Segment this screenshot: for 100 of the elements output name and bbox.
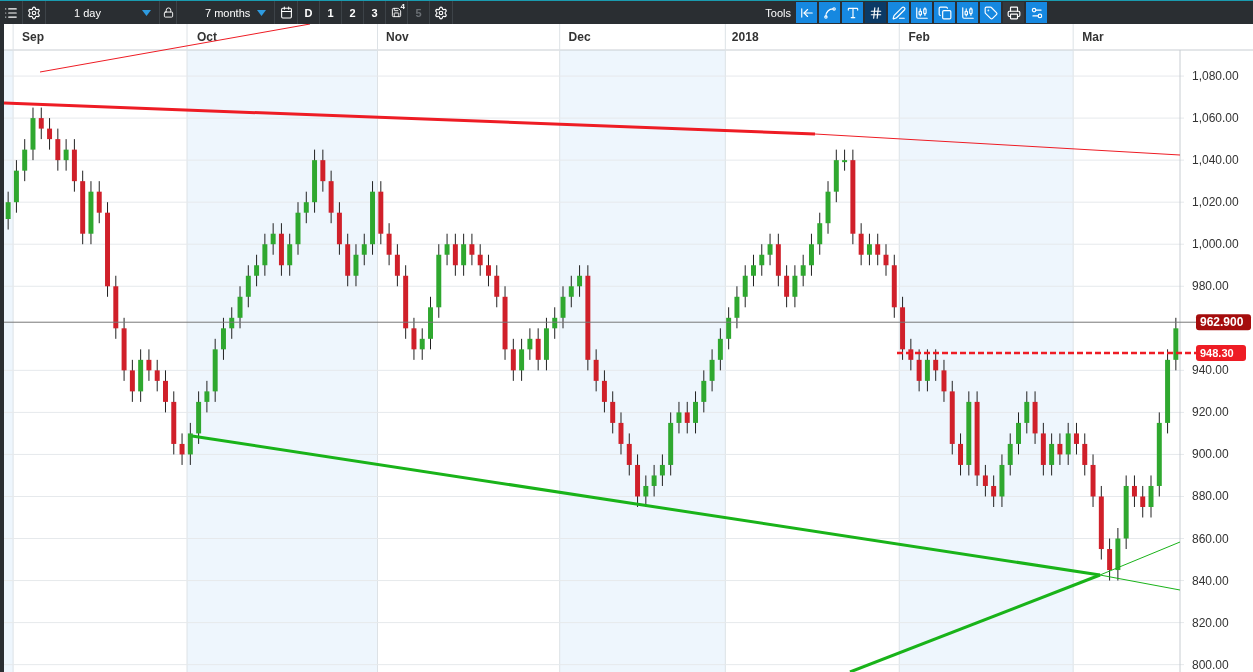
candlestick (295, 201, 301, 256)
candlestick (30, 107, 36, 161)
candlestick (734, 285, 740, 329)
candlestick (1148, 474, 1154, 518)
candlestick (1065, 422, 1071, 466)
tool-button[interactable] (1003, 2, 1024, 23)
candlestick (577, 264, 583, 298)
pencil-icon (891, 5, 906, 20)
candlestick (237, 285, 243, 329)
price-tick-label: 840.00 (1192, 573, 1229, 588)
candlestick (767, 233, 773, 266)
caret-icon (142, 9, 151, 16)
price-tick-label: 1,080.00 (1192, 69, 1239, 84)
candlestick (303, 191, 309, 224)
tag-icon (983, 5, 998, 20)
candlestick (138, 348, 144, 403)
candlestick (568, 275, 574, 308)
curve-icon (822, 5, 837, 20)
candlestick (163, 369, 168, 413)
candlestick (22, 138, 28, 182)
price-tick-label: 1,040.00 (1192, 153, 1239, 168)
candlestick (345, 233, 351, 287)
candlestick (527, 327, 533, 361)
candlestick (717, 327, 723, 371)
candlestick (709, 348, 715, 392)
candlestick (842, 149, 848, 172)
candlestick (759, 243, 765, 277)
candlestick (726, 306, 732, 350)
candlestick (510, 338, 516, 382)
candlestick (693, 390, 698, 434)
candlestick (535, 327, 541, 371)
candlestick (287, 233, 293, 277)
candlestick (809, 233, 814, 277)
candlestick (1016, 411, 1021, 455)
candlestick (659, 453, 665, 487)
candlestick (320, 149, 326, 193)
candlestick (784, 264, 790, 308)
candlestick (560, 285, 566, 329)
candle-icon (914, 5, 929, 20)
candlestick (394, 243, 400, 287)
candlestick (494, 264, 500, 308)
candlestick (336, 201, 342, 256)
candlestick (1115, 527, 1121, 582)
month-label: Sep (22, 30, 44, 44)
candlestick (88, 180, 94, 245)
candlestick (684, 401, 690, 434)
settings-icon[interactable] (434, 5, 448, 20)
price-tick-label: 920.00 (1192, 405, 1229, 420)
candlestick (1049, 432, 1055, 476)
candlestick (991, 474, 997, 508)
candlestick (651, 464, 657, 497)
candlestick (461, 233, 467, 277)
price-tick-label: 940.00 (1192, 363, 1229, 378)
tools-label: Tools (764, 5, 792, 21)
candlestick (825, 180, 831, 235)
candlestick (1007, 432, 1013, 476)
candlestick (1131, 474, 1137, 508)
printer-icon (1006, 5, 1021, 20)
price-label: 962.900 (1200, 315, 1244, 330)
candlestick (866, 233, 872, 266)
candlestick (1107, 538, 1113, 582)
candlestick (196, 390, 202, 445)
candlestick (701, 369, 707, 413)
candlestick (328, 170, 334, 224)
price-tick-label: 1,000.00 (1192, 237, 1239, 252)
candlestick (71, 138, 77, 193)
candlestick (411, 317, 417, 361)
candlestick (601, 369, 607, 413)
settings-icon[interactable] (27, 5, 41, 20)
candlestick (933, 348, 939, 382)
lock-icon[interactable] (162, 7, 174, 18)
candlestick (958, 432, 963, 476)
candlestick (212, 338, 218, 403)
candlestick (469, 233, 475, 266)
candlestick (1082, 432, 1088, 476)
candlestick (875, 233, 881, 266)
candlestick (428, 296, 433, 350)
candlestick (883, 243, 889, 277)
month-label: Dec (568, 30, 591, 44)
candlestick (618, 411, 624, 455)
candlestick (1140, 485, 1146, 518)
candlestick (129, 359, 135, 403)
month-label: 2018 (731, 30, 759, 44)
price-tick-label: 820.00 (1192, 615, 1229, 630)
candlestick (96, 180, 102, 224)
tool-button[interactable] (865, 2, 886, 23)
candlestick (444, 233, 450, 266)
month-label: Oct (196, 30, 217, 44)
candlestick (187, 422, 193, 466)
calendar-icon[interactable] (279, 6, 293, 19)
candlestick (55, 128, 61, 172)
candlestick (221, 317, 226, 361)
list-icon[interactable] (4, 5, 18, 20)
candlestick (204, 380, 210, 413)
candlestick (353, 243, 359, 287)
candlestick (941, 359, 947, 403)
price-tick-label: 1,060.00 (1192, 111, 1239, 126)
caret-icon (257, 9, 266, 16)
candlestick (452, 233, 458, 277)
candlestick (1032, 390, 1038, 445)
